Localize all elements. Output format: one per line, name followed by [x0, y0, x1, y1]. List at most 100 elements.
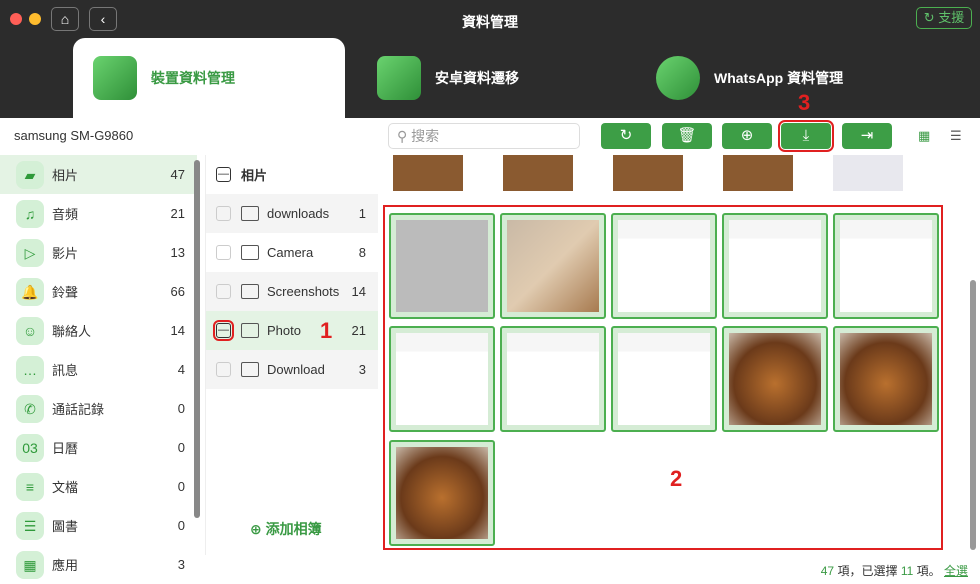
- photo-thumb: [618, 220, 710, 312]
- photo-item[interactable]: [722, 213, 828, 319]
- album-item[interactable]: — Photo 21: [206, 311, 378, 350]
- photo-thumb: [507, 220, 599, 312]
- photo-item[interactable]: [833, 213, 939, 319]
- transfer-icon: [377, 56, 421, 100]
- category-icon: ♫: [16, 199, 44, 228]
- album-list: — 相片 downloads 1 Camera 8 Screenshots 14 — Photo…: [205, 155, 378, 555]
- device-name: samsung SM-G9860: [14, 128, 134, 143]
- photo-grid: [383, 205, 943, 550]
- photo-thumb: [396, 446, 488, 539]
- annotation-1: 1: [320, 318, 333, 343]
- sidebar-item-label: 文檔: [52, 480, 79, 495]
- refresh-button[interactable]: ↻: [601, 123, 651, 149]
- album-count: 8: [358, 245, 366, 260]
- sidebar-item[interactable]: ▰ 相片 47: [0, 155, 197, 194]
- category-icon: ▦: [16, 550, 44, 579]
- sidebar-item[interactable]: ≡ 文檔 0: [0, 467, 197, 506]
- sidebar-item-label: 相片: [52, 168, 79, 183]
- album-checkbox[interactable]: [216, 362, 231, 377]
- album-checkbox[interactable]: —: [213, 320, 234, 341]
- sidebar-item-count: 47: [170, 167, 185, 182]
- album-item[interactable]: downloads 1: [206, 194, 378, 233]
- album-checkbox[interactable]: [216, 206, 231, 221]
- select-all-checkbox[interactable]: —: [216, 167, 231, 182]
- category-sidebar: ▰ 相片 47 ♫ 音頻 21 ▷ 影片 13 🔔 鈴聲 66 ☺ 聯絡人 14… 訊息 4 ✆ 通話記錄 0 03 日曆…: [0, 155, 197, 584]
- photo-item[interactable]: [611, 326, 717, 433]
- add-album-button[interactable]: ⊕ 添加相簿: [250, 519, 322, 539]
- photo-thumb[interactable]: [393, 155, 463, 191]
- sidebar-item-label: 圖書: [52, 519, 79, 534]
- sidebar-item[interactable]: ♫ 音頻 21: [0, 194, 197, 233]
- annotation-3: 3: [798, 90, 811, 115]
- sidebar-scrollbar[interactable]: [194, 160, 200, 518]
- photo-item[interactable]: [833, 326, 939, 433]
- tab-whatsapp[interactable]: WhatsApp 資料管理: [656, 38, 843, 118]
- tab-android-transfer[interactable]: 安卓資料遷移: [377, 38, 519, 118]
- album-item[interactable]: Screenshots 14: [206, 272, 378, 311]
- image-icon: [241, 245, 259, 260]
- list-view-icon[interactable]: ☰: [950, 128, 962, 144]
- category-icon: ✆: [16, 394, 44, 423]
- album-header[interactable]: — 相片: [206, 155, 378, 194]
- album-item[interactable]: Camera 8: [206, 233, 378, 272]
- import-button[interactable]: ⇥: [842, 123, 892, 149]
- photo-item[interactable]: [611, 213, 717, 319]
- category-icon: ▷: [16, 238, 44, 267]
- category-icon: ☰: [16, 511, 44, 540]
- photo-item[interactable]: [500, 326, 606, 433]
- category-icon: 🔔: [16, 277, 44, 306]
- photo-thumb: [396, 220, 488, 312]
- sidebar-item-count: 0: [177, 401, 185, 416]
- album-label: Camera: [267, 245, 314, 260]
- add-album-label: 添加相簿: [265, 521, 322, 537]
- search-icon: ⚲: [397, 128, 408, 144]
- photo-thumb: [840, 220, 932, 312]
- photo-item[interactable]: [500, 213, 606, 319]
- photo-thumb[interactable]: [833, 155, 903, 191]
- album-label: Download: [267, 362, 325, 377]
- sidebar-item[interactable]: 03 日曆 0: [0, 428, 197, 467]
- sidebar-item-label: 日曆: [52, 441, 79, 456]
- album-label: Photo: [267, 323, 301, 338]
- annotation-2: 2: [670, 466, 683, 491]
- sidebar-item[interactable]: ✆ 通話記錄 0: [0, 389, 197, 428]
- album-checkbox[interactable]: [216, 284, 231, 299]
- photo-item[interactable]: [389, 439, 495, 546]
- photo-thumb[interactable]: [613, 155, 683, 191]
- grid-view-icon[interactable]: ▦: [918, 128, 930, 144]
- photo-thumb[interactable]: [503, 155, 573, 191]
- tab-label: 裝置資料管理: [151, 70, 235, 86]
- sidebar-item-count: 4: [177, 362, 185, 377]
- photo-item[interactable]: [389, 213, 495, 319]
- album-count: 3: [358, 362, 366, 377]
- add-button[interactable]: ⊕: [722, 123, 772, 149]
- sidebar-item[interactable]: ▷ 影片 13: [0, 233, 197, 272]
- album-item[interactable]: Download 3: [206, 350, 378, 389]
- sidebar-item[interactable]: ☺ 聯絡人 14: [0, 311, 197, 350]
- delete-button[interactable]: 🗑: [662, 123, 712, 149]
- photo-item[interactable]: [389, 326, 495, 433]
- sidebar-item[interactable]: 🔔 鈴聲 66: [0, 272, 197, 311]
- grid-scrollbar[interactable]: [970, 280, 976, 550]
- tab-device-data[interactable]: 裝置資料管理: [73, 38, 345, 118]
- sidebar-item[interactable]: … 訊息 4: [0, 350, 197, 389]
- sidebar-item-label: 應用: [52, 558, 79, 573]
- total-count: 47: [820, 564, 835, 578]
- export-to-pc-button[interactable]: ⤓: [778, 120, 834, 152]
- photo-thumb[interactable]: [723, 155, 793, 191]
- category-icon: ☺: [16, 316, 44, 345]
- sidebar-item-count: 14: [170, 323, 185, 338]
- album-checkbox[interactable]: [216, 245, 231, 260]
- select-all-link[interactable]: 全選: [944, 564, 968, 578]
- total-unit: 項，已選擇: [837, 564, 898, 578]
- photo-item[interactable]: [722, 326, 828, 433]
- selected-count: 11: [900, 564, 914, 578]
- sidebar-item[interactable]: ☰ 圖書 0: [0, 506, 197, 545]
- album-count: 21: [351, 323, 366, 338]
- sidebar-item[interactable]: ▦ 應用 3: [0, 545, 197, 584]
- photo-thumb: [840, 333, 932, 426]
- sidebar-item-count: 66: [170, 284, 185, 299]
- support-button[interactable]: ↻ 支援: [916, 7, 972, 29]
- whatsapp-icon: [656, 56, 700, 100]
- search-input[interactable]: ⚲ 搜索: [388, 123, 580, 149]
